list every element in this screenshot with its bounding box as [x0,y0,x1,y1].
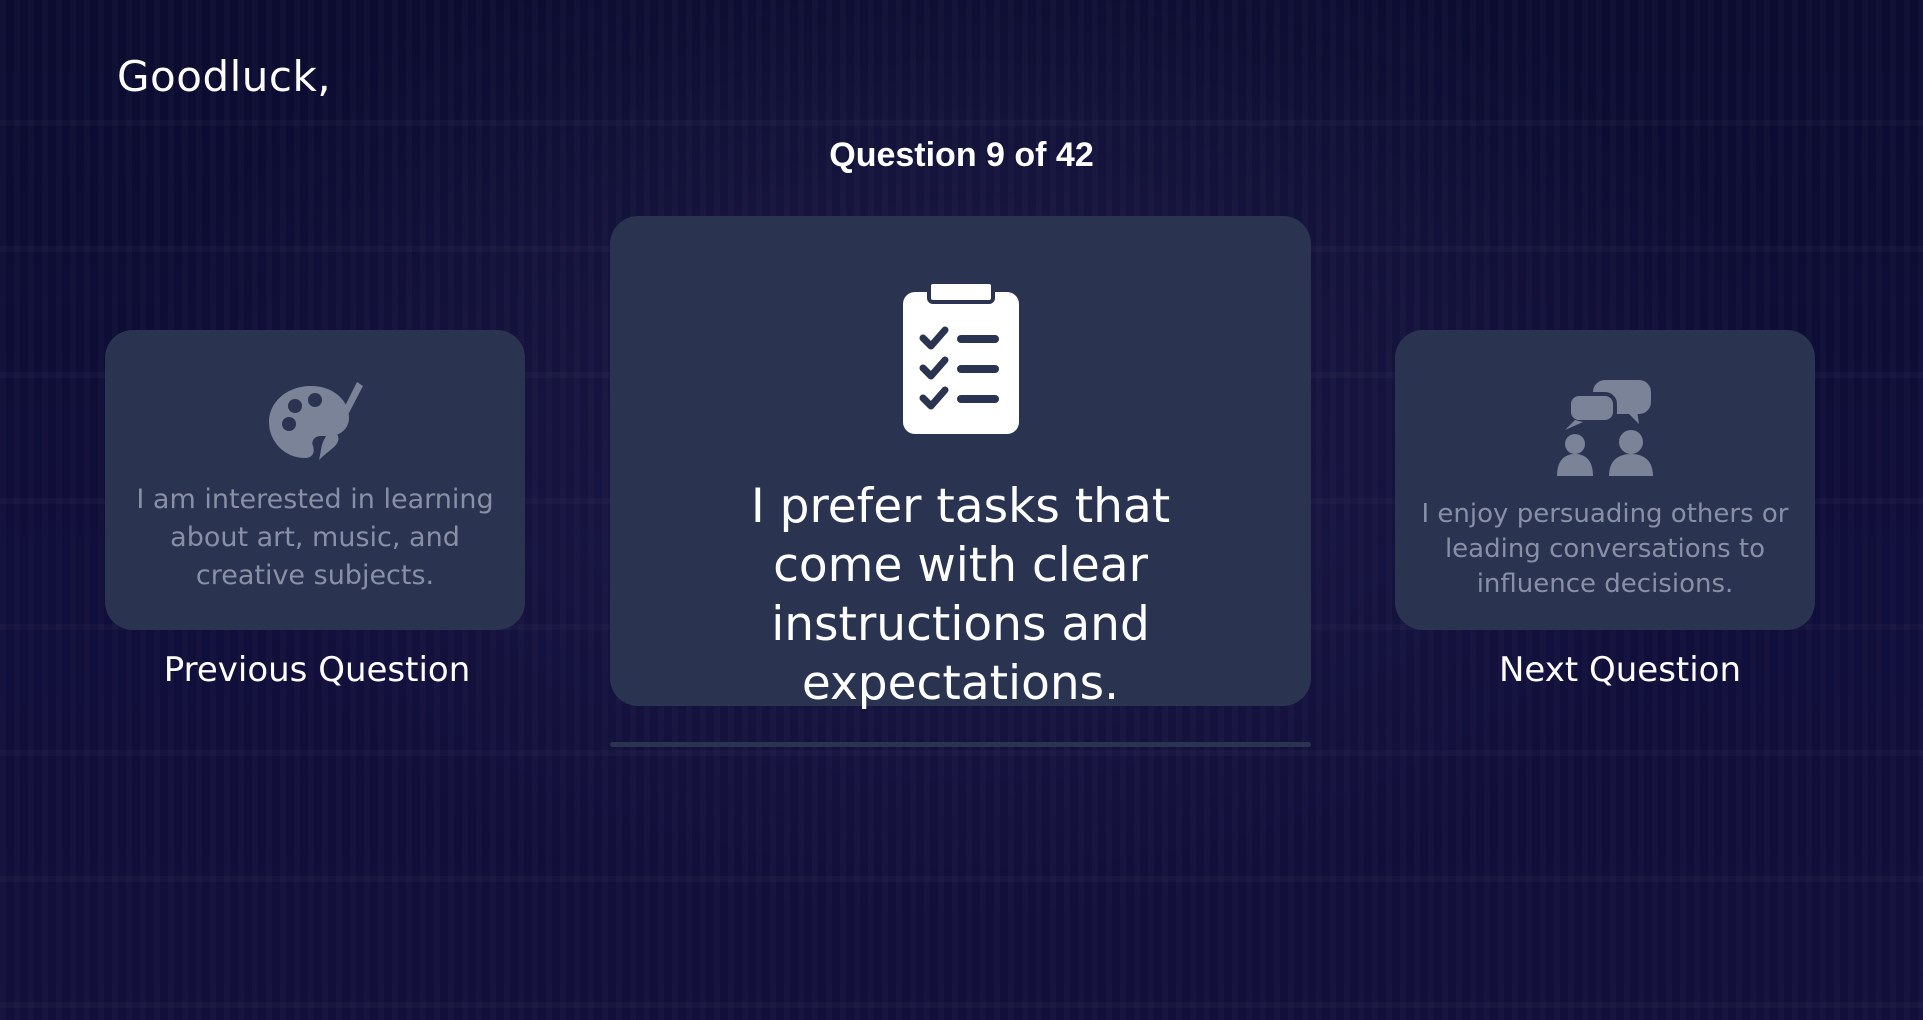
next-question-button[interactable]: Next Question [1410,650,1830,690]
question-counter: Question 9 of 42 [829,136,1094,174]
previous-question-text: I am interested in learning about art, m… [136,484,494,591]
progress-bar [610,742,1311,747]
previous-question-card[interactable]: I am interested in learning about art, m… [105,330,525,630]
next-question-text: I enjoy persuading others or leading con… [1421,499,1789,599]
palette-brush-icon [265,380,365,469]
current-question-card: I prefer tasks that come with clear inst… [610,216,1311,711]
clipboard-checklist-icon [902,280,1019,439]
greeting-text: Goodluck, [117,52,332,101]
people-chat-icon [1557,380,1653,481]
previous-question-button[interactable]: Previous Question [107,650,527,690]
current-question-text: I prefer tasks that come with clear inst… [750,479,1171,711]
next-question-card[interactable]: I enjoy persuading others or leading con… [1395,330,1815,630]
